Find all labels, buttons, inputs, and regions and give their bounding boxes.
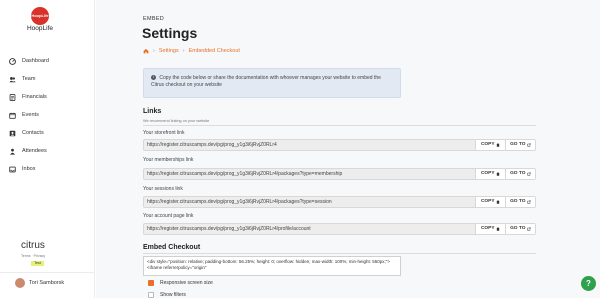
external-link-icon xyxy=(527,227,531,231)
copy-label: COPY xyxy=(480,199,495,204)
home-icon[interactable] xyxy=(143,48,149,54)
sidebar-item-label: Financials xyxy=(22,94,47,100)
sidebar-item-label: Inbox xyxy=(22,166,36,172)
sidebar-nav: Dashboard Team Financials Events Contact… xyxy=(0,52,95,178)
main-content: EMBED Settings › Settings › Embedded Che… xyxy=(96,0,600,298)
terms-link[interactable]: Terms xyxy=(21,254,31,258)
sidebar-item-label: Team xyxy=(22,76,36,82)
account-page-link-field: https://register.citruscamps.dev/pg/prog… xyxy=(143,223,536,235)
breadcrumb-embedded-checkout[interactable]: Embedded Checkout xyxy=(189,48,240,54)
embed-code-textarea[interactable]: <div style="position: relative; padding-… xyxy=(143,256,401,276)
privacy-link[interactable]: Privacy xyxy=(34,254,45,258)
show-filters-checkbox[interactable] xyxy=(148,292,154,298)
sidebar-item-inbox[interactable]: Inbox xyxy=(0,160,95,178)
sidebar-footer-links: Terms · Privacy xyxy=(21,254,45,258)
go-to-button[interactable]: GO TO xyxy=(505,140,535,150)
section-divider xyxy=(143,125,536,126)
avatar xyxy=(15,277,25,288)
info-text: Copy the code below or share the documen… xyxy=(151,75,381,88)
account-page-link-input[interactable]: https://register.citruscamps.dev/pg/prog… xyxy=(144,224,475,234)
sessions-link-input[interactable]: https://register.citruscamps.dev/pg/prog… xyxy=(144,197,475,207)
clipboard-icon xyxy=(496,227,500,231)
copy-button[interactable]: COPY xyxy=(475,197,505,207)
brand-name: HoopLife xyxy=(26,25,54,32)
copy-label: COPY xyxy=(480,226,495,231)
go-to-button[interactable]: GO TO xyxy=(505,197,535,207)
sidebar-item-financials[interactable]: Financials xyxy=(0,88,95,106)
info-icon: i xyxy=(151,75,156,81)
clipboard-icon xyxy=(496,143,500,147)
external-link-icon xyxy=(527,200,531,204)
copy-button[interactable]: COPY xyxy=(475,140,505,150)
breadcrumb-separator: › xyxy=(182,48,185,54)
sidebar-item-label: Contacts xyxy=(22,130,44,136)
inbox-icon xyxy=(9,166,16,172)
info-alert: i Copy the code below or share the docum… xyxy=(143,68,401,98)
responsive-screen-option[interactable]: Responsive screen size xyxy=(148,280,213,286)
user-name: Tori Samborsk xyxy=(29,279,65,286)
go-to-button[interactable]: GO TO xyxy=(505,224,535,234)
sidebar-item-events[interactable]: Events xyxy=(0,106,95,124)
sidebar-item-dashboard[interactable]: Dashboard xyxy=(0,52,95,70)
breadcrumb-separator: › xyxy=(153,48,155,54)
clipboard-icon xyxy=(496,200,500,204)
footer-separator: · xyxy=(31,254,33,258)
sidebar: HoopLife HoopLife Dashboard Team Financi… xyxy=(0,0,95,298)
storefront-link-label: Your storefront link xyxy=(143,130,185,136)
show-filters-label: Show filters xyxy=(160,292,186,298)
sidebar-item-contacts[interactable]: Contacts xyxy=(0,124,95,142)
links-section-title: Links xyxy=(143,108,162,115)
go-to-label: GO TO xyxy=(510,199,526,204)
storefront-link-input[interactable]: https://register.citruscamps.dev/pg/prog… xyxy=(144,140,475,150)
memberships-link-input[interactable]: https://register.citruscamps.dev/pg/prog… xyxy=(144,169,475,179)
brand-logo[interactable]: HoopLife xyxy=(31,7,49,25)
account-page-link-label: Your account page link xyxy=(143,213,194,219)
user-profile[interactable]: Tori Samborsk xyxy=(0,272,95,292)
section-divider xyxy=(143,253,536,254)
responsive-screen-label: Responsive screen size xyxy=(160,280,213,286)
financials-icon xyxy=(9,93,16,101)
links-section-subtitle: We recommend linking on your website xyxy=(143,119,210,123)
page-eyebrow: EMBED xyxy=(143,16,165,22)
page-title: Settings xyxy=(142,25,198,41)
memberships-link-field: https://register.citruscamps.dev/pg/prog… xyxy=(143,168,536,180)
sessions-link-field: https://register.citruscamps.dev/pg/prog… xyxy=(143,196,536,208)
clipboard-icon xyxy=(496,172,500,176)
sessions-link-label: Your sessions link xyxy=(143,186,183,192)
copy-label: COPY xyxy=(480,142,495,147)
responsive-screen-checkbox[interactable] xyxy=(148,280,154,286)
copy-label: COPY xyxy=(480,171,495,176)
sidebar-item-label: Dashboard xyxy=(22,58,49,64)
copy-button[interactable]: COPY xyxy=(475,224,505,234)
go-to-label: GO TO xyxy=(510,171,526,176)
copy-button[interactable]: COPY xyxy=(475,169,505,179)
go-to-label: GO TO xyxy=(510,226,526,231)
attendees-icon xyxy=(10,148,15,155)
breadcrumb: › Settings › Embedded Checkout xyxy=(143,48,240,54)
external-link-icon xyxy=(527,143,531,147)
breadcrumb-settings[interactable]: Settings xyxy=(159,48,179,54)
external-link-icon xyxy=(527,172,531,176)
sidebar-item-label: Attendees xyxy=(22,148,47,154)
sidebar-item-attendees[interactable]: Attendees xyxy=(0,142,95,160)
events-icon xyxy=(9,112,16,119)
embed-section-title: Embed Checkout xyxy=(143,244,201,251)
go-to-label: GO TO xyxy=(510,142,526,147)
show-filters-option[interactable]: Show filters xyxy=(148,292,186,298)
memberships-link-label: Your memberships link xyxy=(143,157,194,163)
go-to-button[interactable]: GO TO xyxy=(505,169,535,179)
sidebar-item-team[interactable]: Team xyxy=(0,70,95,88)
help-button[interactable]: ? xyxy=(581,276,596,291)
storefront-link-field: https://register.citruscamps.dev/pg/prog… xyxy=(143,139,536,151)
team-icon xyxy=(9,76,16,82)
contacts-icon xyxy=(9,130,16,136)
sidebar-item-label: Events xyxy=(22,112,39,118)
test-mode-badge: Test xyxy=(31,261,44,266)
dashboard-icon xyxy=(9,57,16,65)
citrus-logo: citrus xyxy=(21,240,45,251)
